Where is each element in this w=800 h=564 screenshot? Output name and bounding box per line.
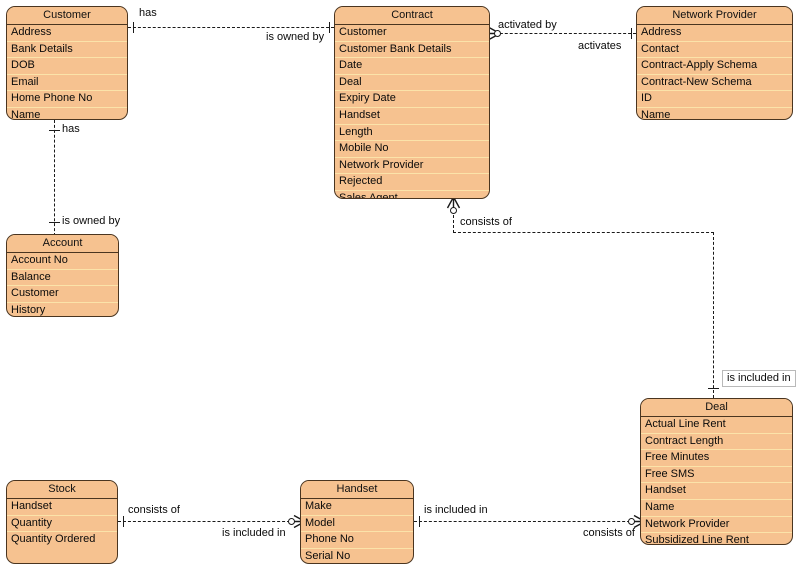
attribute-row: Customer Bank Details [335, 42, 489, 59]
attribute-row: History [11, 303, 46, 316]
attribute-row: Handset [641, 483, 792, 500]
attribute-row: Date [335, 58, 489, 75]
attribute-row: Handset [335, 108, 489, 125]
entity-network-provider[interactable]: Network Provider Address Contact Contrac… [636, 6, 793, 120]
entity-contract-title: Contract [335, 7, 489, 25]
cardinality-zero-contract-deal [450, 207, 457, 214]
attribute-row: DOB [7, 58, 127, 75]
connector-stock-handset [118, 521, 300, 522]
entity-customer-attributes: Address Bank Details DOB Email Home Phon… [7, 25, 127, 120]
attribute-row: Handset [7, 499, 117, 516]
relationship-label-handset-deal-included-in: is included in [424, 504, 488, 516]
cardinality-one-deal-contract [708, 388, 719, 389]
attribute-row: Home Phone No [7, 91, 127, 108]
entity-stock[interactable]: Stock Handset Quantity Quantity Ordered [6, 480, 118, 564]
entity-handset-title: Handset [301, 481, 413, 499]
relationship-label-contract-deal-consists-of: consists of [460, 216, 512, 228]
entity-network-provider-title: Network Provider [637, 7, 792, 25]
attribute-row: ID [637, 91, 792, 108]
attribute-row: Deal [335, 75, 489, 92]
attribute-row: Subsidized Line Rent [645, 534, 749, 545]
attribute-row: Model [301, 516, 413, 533]
cardinality-one-network-provider [631, 28, 632, 39]
cardinality-one-stock-handset [123, 516, 124, 527]
relationship-label-handset-deal-consists-of: consists of [583, 527, 635, 539]
entity-deal[interactable]: Deal Actual Line Rent Contract Length Fr… [640, 398, 793, 545]
entity-account[interactable]: Account Account No Balance Customer Hist… [6, 234, 119, 317]
attribute-row: Contract-New Schema [637, 75, 792, 92]
entity-network-provider-attributes: Address Contact Contract-Apply Schema Co… [637, 25, 792, 120]
connector-contract-deal-segment-3 [713, 232, 714, 398]
entity-stock-title: Stock [7, 481, 117, 499]
attribute-row: Account No [7, 253, 118, 270]
attribute-row: Quantity Ordered [11, 533, 96, 546]
relationship-label-contract-np-activated-by: activated by [498, 19, 557, 31]
cardinality-one-handset-deal [419, 516, 420, 527]
relationship-label-stock-handset-consists-of: consists of [128, 504, 180, 516]
entity-contract[interactable]: Contract Customer Customer Bank Details … [334, 6, 490, 199]
attribute-row: Address [637, 25, 792, 42]
attribute-row: Balance [7, 270, 118, 287]
attribute-row: Bank Details [7, 42, 127, 59]
attribute-row: Serial No [305, 549, 351, 562]
attribute-row: Expiry Date [335, 91, 489, 108]
attribute-row: Free SMS [641, 467, 792, 484]
entity-customer-title: Customer [7, 7, 127, 25]
attribute-row: Network Provider [335, 158, 489, 175]
entity-account-attributes: Account No Balance Customer History [7, 253, 118, 316]
attribute-row: Contact [637, 42, 792, 59]
entity-deal-title: Deal [641, 399, 792, 417]
relationship-label-customer-account-has: has [62, 123, 80, 135]
attribute-row: Customer [7, 286, 118, 303]
entity-account-title: Account [7, 235, 118, 253]
attribute-row: Contract-Apply Schema [637, 58, 792, 75]
relationship-label-customer-contract-owned: is owned by [266, 31, 325, 43]
attribute-row: Sales Agent [339, 191, 398, 199]
cardinality-zero-contract-network-provider [494, 30, 501, 37]
cardinality-one-customer-contract-left [133, 22, 134, 33]
relationship-label-customer-account-owned: is owned by [62, 215, 121, 227]
attribute-row: Name [11, 108, 41, 120]
entity-deal-attributes: Actual Line Rent Contract Length Free Mi… [641, 417, 792, 545]
attribute-row: Name [641, 108, 671, 120]
relationship-label-stock-handset-included-in: is included in [222, 527, 286, 539]
connector-contract-deal-segment-2 [453, 232, 714, 233]
attribute-row: Address [7, 25, 127, 42]
attribute-row: Network Provider [641, 517, 792, 534]
attribute-row: Quantity [7, 516, 117, 533]
relationship-label-contract-deal-included-in: is included in [722, 370, 796, 387]
attribute-row: Contract Length [641, 434, 792, 451]
connector-customer-account [54, 120, 55, 236]
attribute-row: Make [301, 499, 413, 516]
attribute-row: Length [335, 125, 489, 142]
entity-handset[interactable]: Handset Make Model Phone No Serial No [300, 480, 414, 564]
relationship-label-customer-contract-has: has [139, 7, 157, 19]
connector-contract-network-provider [490, 33, 636, 34]
connector-customer-contract [128, 27, 334, 28]
er-diagram-canvas: has is owned by has is owned by activate… [0, 0, 800, 564]
attribute-row: Name [641, 500, 792, 517]
cardinality-zero-handset-stock [288, 518, 295, 525]
cardinality-one-customer-contract-right [329, 22, 330, 33]
entity-stock-attributes: Handset Quantity Quantity Ordered [7, 499, 117, 548]
attribute-row: Free Minutes [641, 450, 792, 467]
entity-handset-attributes: Make Model Phone No Serial No [301, 499, 413, 563]
attribute-row: Rejected [335, 174, 489, 191]
relationship-label-contract-np-activates: activates [578, 40, 622, 52]
attribute-row: Actual Line Rent [641, 417, 792, 434]
attribute-row: Email [7, 75, 127, 92]
cardinality-one-customer-account-bottom [49, 222, 60, 223]
entity-customer[interactable]: Customer Address Bank Details DOB Email … [6, 6, 128, 120]
attribute-row: Phone No [301, 532, 413, 549]
attribute-row: Mobile No [335, 141, 489, 158]
cardinality-zero-deal-handset [628, 518, 635, 525]
attribute-row: Customer [335, 25, 489, 42]
entity-contract-attributes: Customer Customer Bank Details Date Deal… [335, 25, 489, 199]
connector-contract-deal-segment-1 [453, 215, 454, 233]
connector-handset-deal [414, 521, 640, 522]
cardinality-one-customer-account-top [49, 130, 60, 131]
